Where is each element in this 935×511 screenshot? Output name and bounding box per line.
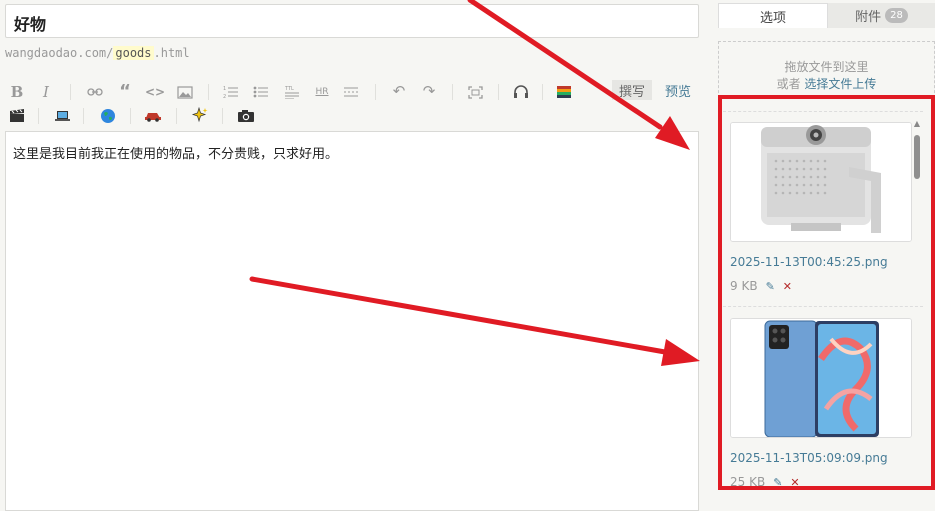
globe-icon (101, 109, 115, 123)
toolbar-divider (452, 84, 453, 100)
pencil-icon[interactable]: ✎ (766, 280, 775, 293)
toolbar-divider (70, 84, 71, 100)
upload-line: 或者 选择文件上传 (719, 76, 934, 93)
heading-button[interactable]: TTL (283, 82, 301, 102)
attachment-filename[interactable]: 2025-11-13T05:09:09.png (730, 451, 888, 465)
tab-attachments[interactable]: 附件 28 (828, 3, 935, 28)
select-file-link[interactable]: 选择文件上传 (804, 77, 876, 91)
clapperboard-icon (10, 109, 24, 122)
heading-icon: TTL (284, 86, 299, 99)
attachment-scrollbar[interactable]: ▲ (913, 120, 921, 506)
attachment-meta: 9 KB ✎ ✕ (730, 279, 792, 293)
tab-options[interactable]: 选项 (718, 3, 828, 28)
image-icon (177, 85, 193, 99)
link-icon (87, 88, 103, 96)
attachment-size: 9 KB (730, 279, 758, 293)
tab-write[interactable]: 撰写 (612, 80, 652, 100)
delete-icon[interactable]: ✕ (790, 476, 799, 489)
toolbar-divider (38, 108, 39, 124)
svg-text:1: 1 (223, 86, 226, 92)
camera-button[interactable] (237, 106, 255, 126)
content-textarea[interactable]: 这里是我目前我正在使用的物品，不分贵贱，只求好用。 (5, 131, 699, 511)
image-button[interactable] (176, 82, 194, 102)
scroll-up-arrow-icon[interactable]: ▲ (913, 120, 921, 128)
camera-icon (238, 110, 254, 122)
sidebar: 选项 附件 28 拖放文件到这里 或者 选择文件上传 2025-11-13T00… (718, 0, 935, 506)
attachment-filename[interactable]: 2025-11-13T00:45:25.png (730, 255, 888, 269)
books-button[interactable] (555, 82, 573, 102)
phone-image (731, 319, 911, 437)
tab-options-label: 选项 (759, 10, 786, 26)
attachment-meta: 25 KB ✎ ✕ (730, 475, 800, 489)
attachment-item[interactable]: 2025-11-13T05:09:09.png 25 KB ✎ ✕ (723, 318, 923, 503)
delete-icon[interactable]: ✕ (783, 280, 792, 293)
editor-pane: 好物 wangdaodao.com/goods .html B I “ <> 12… (0, 0, 700, 511)
fullscreen-button[interactable] (466, 82, 484, 102)
upload-drag-text: 拖放文件到这里 (784, 60, 869, 74)
attachment-list: 2025-11-13T00:45:25.png 9 KB ✎ ✕ 2025-11… (718, 110, 935, 506)
attachment-item[interactable]: 2025-11-13T00:45:25.png 9 KB ✎ ✕ (723, 122, 923, 307)
ordered-list-button[interactable]: 12 (222, 82, 240, 102)
slug-input[interactable]: goods (113, 46, 154, 60)
phone-thumbnail[interactable] (730, 318, 912, 438)
toolbar-divider (208, 84, 209, 100)
ordered-list-icon: 12 (223, 86, 238, 99)
more-button[interactable] (342, 82, 360, 102)
horizontal-rule-button[interactable]: HR (313, 82, 331, 102)
tab-attachments-label: 附件 (855, 10, 882, 25)
redo-button[interactable]: ↷ (420, 81, 438, 101)
italic-button[interactable]: I (37, 82, 55, 102)
toolbar-divider (375, 84, 376, 100)
books-icon (557, 86, 571, 98)
unordered-list-icon (253, 86, 268, 98)
pencil-icon[interactable]: ✎ (773, 476, 782, 489)
toolbar-divider (83, 108, 84, 124)
scroll-thumb[interactable] (914, 135, 920, 179)
more-icon (344, 87, 358, 97)
link-button[interactable] (86, 82, 104, 102)
title-input[interactable]: 好物 (5, 4, 699, 38)
list-divider (723, 111, 923, 112)
toolbar-divider (176, 108, 177, 124)
toolbar-divider (542, 84, 543, 100)
bold-button[interactable]: B (8, 82, 26, 102)
projector-thumbnail[interactable] (730, 122, 912, 242)
unordered-list-button[interactable] (252, 82, 270, 102)
sparkle-button[interactable] (191, 105, 209, 125)
permalink-suffix: .html (153, 46, 190, 60)
laptop-button[interactable] (53, 106, 71, 126)
headphones-icon (514, 85, 528, 98)
headphones-button[interactable] (512, 82, 530, 102)
attachment-size: 25 KB (730, 475, 766, 489)
globe-button[interactable] (99, 106, 117, 126)
fullscreen-icon (467, 85, 483, 99)
toolbar-divider (222, 108, 223, 124)
code-button[interactable]: <> (145, 82, 165, 102)
car-button[interactable] (144, 106, 162, 126)
content-text: 这里是我目前我正在使用的物品，不分贵贱，只求好用。 (13, 147, 339, 162)
projector-image (731, 123, 911, 241)
editor-toolbar: B I “ <> 12 TTL HR ↶ ↷ (0, 78, 700, 128)
movie-button[interactable] (8, 106, 26, 126)
sidebar-tabs: 选项 附件 28 (718, 3, 935, 28)
upload-dropzone[interactable]: 拖放文件到这里 或者 选择文件上传 (718, 41, 935, 98)
attachment-count-badge: 28 (885, 8, 908, 23)
toolbar-divider (498, 84, 499, 100)
permalink-prefix: wangdaodao.com/ (5, 46, 114, 60)
laptop-icon (54, 111, 70, 121)
car-icon (145, 113, 161, 122)
permalink: wangdaodao.com/goods .html (5, 46, 190, 60)
svg-text:TTL: TTL (284, 86, 294, 92)
upload-or-text: 或者 (776, 77, 801, 91)
tab-preview[interactable]: 预览 (660, 80, 696, 100)
svg-text:2: 2 (223, 94, 226, 99)
quote-button[interactable]: “ (116, 81, 134, 102)
undo-button[interactable]: ↶ (390, 81, 408, 101)
sparkle-icon (191, 107, 208, 123)
toolbar-divider (130, 108, 131, 124)
list-divider (723, 306, 923, 307)
